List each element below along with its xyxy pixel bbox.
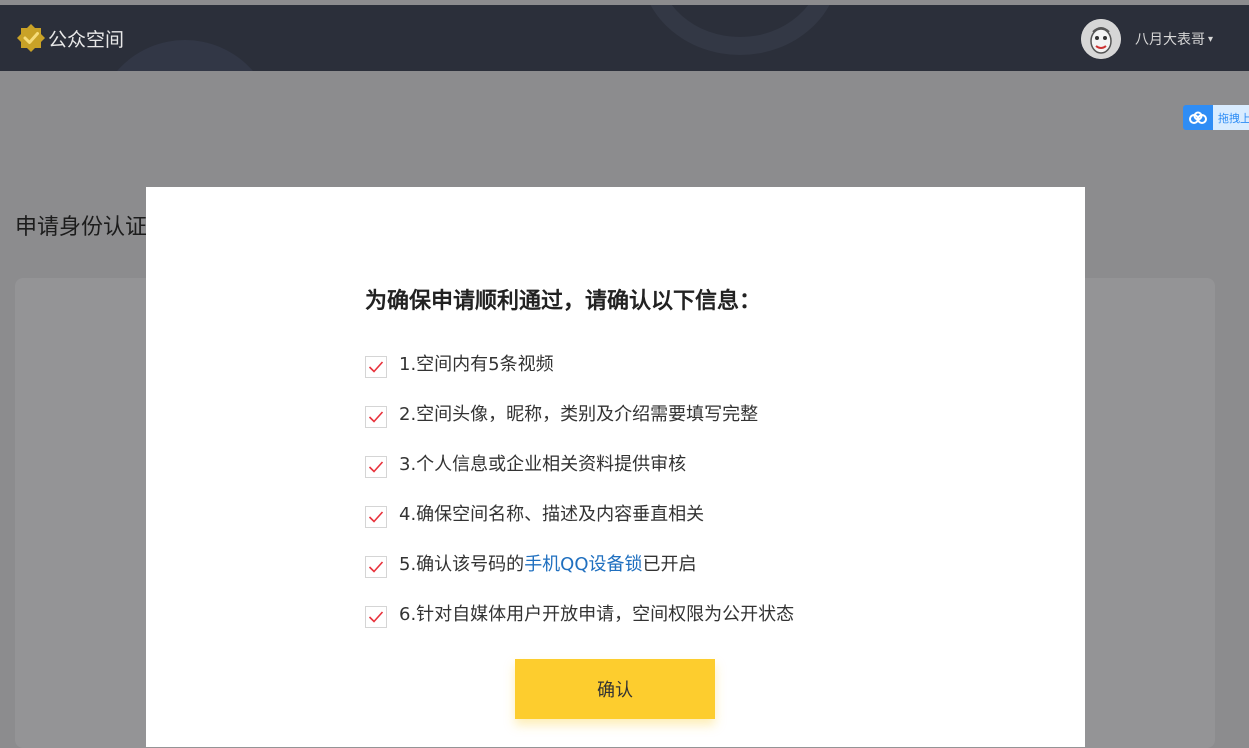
confirm-button[interactable]: 确认 bbox=[515, 659, 715, 719]
check-icon bbox=[368, 411, 384, 423]
checklist-item-text: 2.空间头像，昵称，类别及介绍需要填写完整 bbox=[399, 404, 759, 425]
qq-device-lock-link[interactable]: 手机QQ设备锁 bbox=[524, 554, 642, 575]
checkbox[interactable] bbox=[365, 456, 387, 478]
requirements-checklist: 1.空间内有5条视频 2.空间头像，昵称，类别及介绍需要填写完整 3.个人信息或… bbox=[365, 352, 794, 652]
checklist-item: 2.空间头像，昵称，类别及介绍需要填写完整 bbox=[365, 402, 794, 452]
page-title: 申请身份认证 bbox=[15, 215, 148, 240]
baidu-cloud-icon bbox=[1183, 105, 1213, 130]
logo-text: 公众空间 bbox=[48, 28, 125, 51]
checkbox[interactable] bbox=[365, 556, 387, 578]
checklist-item-prefix: 5.确认该号码的 bbox=[399, 554, 525, 575]
checkbox[interactable] bbox=[365, 406, 387, 428]
checklist-item-suffix: 已开启 bbox=[642, 554, 697, 575]
check-icon bbox=[368, 511, 384, 523]
site-logo[interactable]: 公众空间 bbox=[15, 21, 124, 55]
shield-check-icon bbox=[17, 24, 45, 52]
chevron-down-icon[interactable]: ▾ bbox=[1208, 34, 1213, 45]
checklist-item: 3.个人信息或企业相关资料提供审核 bbox=[365, 452, 794, 502]
header-decoration-ring bbox=[640, 5, 840, 55]
user-menu[interactable]: 八月大表哥 ▾ bbox=[1080, 19, 1213, 59]
check-icon bbox=[368, 611, 384, 623]
top-navigation-bar: 公众空间 八月大表哥 ▾ bbox=[0, 5, 1249, 71]
check-icon bbox=[368, 561, 384, 573]
checkbox[interactable] bbox=[365, 606, 387, 628]
checklist-item-text: 4.确保空间名称、描述及内容垂直相关 bbox=[399, 504, 705, 525]
checklist-item-text: 6.针对自媒体用户开放申请，空间权限为公开状态 bbox=[399, 604, 795, 625]
dialog-title: 为确保申请顺利通过，请确认以下信息： bbox=[365, 289, 762, 314]
checklist-item: 1.空间内有5条视频 bbox=[365, 352, 794, 402]
checkbox[interactable] bbox=[365, 506, 387, 528]
confirmation-dialog: 为确保申请顺利通过，请确认以下信息： 1.空间内有5条视频 2.空间头像，昵称，… bbox=[146, 187, 1085, 747]
check-icon bbox=[368, 361, 384, 373]
baidu-drag-widget[interactable]: 拖拽上 bbox=[1183, 105, 1249, 130]
checkbox[interactable] bbox=[365, 356, 387, 378]
checklist-item-text: 1.空间内有5条视频 bbox=[399, 354, 554, 375]
checklist-item-text: 5.确认该号码的手机QQ设备锁已开启 bbox=[399, 552, 697, 578]
checklist-item: 4.确保空间名称、描述及内容垂直相关 bbox=[365, 502, 794, 552]
check-icon bbox=[368, 461, 384, 473]
baidu-drag-label: 拖拽上 bbox=[1213, 105, 1249, 130]
username[interactable]: 八月大表哥 bbox=[1135, 29, 1205, 49]
avatar-icon[interactable] bbox=[1080, 19, 1121, 59]
checklist-item-text: 3.个人信息或企业相关资料提供审核 bbox=[399, 454, 687, 475]
checklist-item: 6.针对自媒体用户开放申请，空间权限为公开状态 bbox=[365, 602, 794, 652]
checklist-item: 5.确认该号码的手机QQ设备锁已开启 bbox=[365, 552, 794, 602]
